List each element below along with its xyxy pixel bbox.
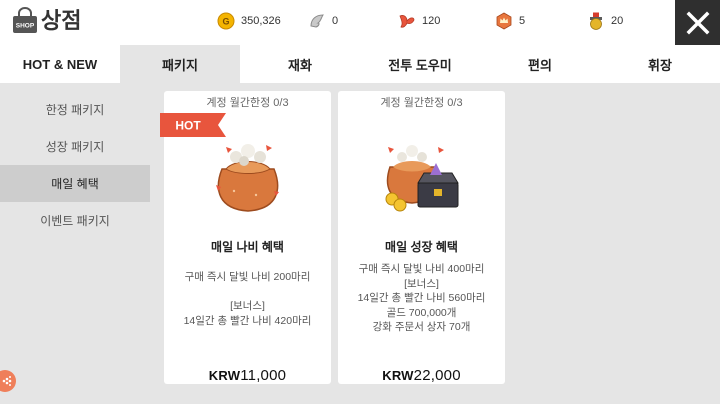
tab-hot-new[interactable]: HOT & NEW xyxy=(0,45,120,83)
package-price: KRW22,000 xyxy=(338,367,505,384)
gold-amount: 350,326 xyxy=(241,15,281,27)
butterfly-sack-icon xyxy=(216,144,279,212)
package-price: KRW11,000 xyxy=(164,367,331,384)
purchase-limit: 계정 월간한정 0/3 xyxy=(206,97,289,109)
content-area: 한정 패키지 성장 패키지 매일 혜택 이벤트 패키지 계정 월간한정 0/3 … xyxy=(0,83,720,404)
package-description: 구매 즉시 달빛 나비 400마리 [보너스] 14일간 총 빨간 나비 560… xyxy=(357,263,486,333)
silver-wing-icon xyxy=(310,14,324,28)
tab-currency[interactable]: 재화 xyxy=(240,45,360,83)
red-butterfly-icon xyxy=(399,15,415,28)
package-card-daily-growth[interactable]: 계정 월간한정 0/3 매일 성장 혜택 구매 즉시 달빛 나비 400마리 [… xyxy=(338,91,505,384)
tab-convenience[interactable]: 편의 xyxy=(480,45,600,83)
crown-token-amount: 5 xyxy=(519,15,526,27)
sidebar: 한정 패키지 성장 패키지 매일 혜택 이벤트 패키지 xyxy=(0,91,150,239)
page-title: 상점 xyxy=(41,8,82,33)
package-name: 매일 성장 혜택 xyxy=(385,240,458,254)
resource-silver-wing: 0 xyxy=(308,10,338,32)
price-currency: KRW xyxy=(208,368,241,383)
price-amount: 22,000 xyxy=(413,367,461,384)
resource-medal: 20 xyxy=(587,10,623,32)
tab-insignia[interactable]: 휘장 xyxy=(600,45,720,83)
price-amount: 11,000 xyxy=(240,367,287,384)
sidebar-item-growth-package[interactable]: 성장 패키지 xyxy=(0,128,150,165)
shop-icon-label: SHOP xyxy=(16,23,35,30)
close-button[interactable] xyxy=(675,0,720,45)
medal-amount: 20 xyxy=(611,15,624,27)
sidebar-item-daily-benefit[interactable]: 매일 혜택 xyxy=(0,165,150,202)
package-card-daily-butterfly[interactable]: 계정 월간한정 0/3 HOT 매일 나비 혜택 구매 즉시 달빛 나비 200… xyxy=(160,91,331,384)
top-bar: SHOP 상점 G 350,326 0 120 5 20 xyxy=(0,0,720,45)
sidebar-item-event-package[interactable]: 이벤트 패키지 xyxy=(0,202,150,239)
medal-icon xyxy=(590,12,602,30)
dotted-gear-icon xyxy=(2,376,12,386)
settings-gear-button[interactable] xyxy=(0,370,16,392)
silver-wing-amount: 0 xyxy=(332,15,339,27)
resource-red-butterfly: 120 xyxy=(398,10,440,32)
svg-text:G: G xyxy=(222,17,229,27)
crown-token-icon xyxy=(496,12,512,30)
tab-package[interactable]: 패키지 xyxy=(120,45,240,83)
purchase-limit: 계정 월간한정 0/3 xyxy=(380,97,463,109)
hot-badge-label: HOT xyxy=(175,119,201,133)
package-description: 구매 즉시 달빛 나비 200마리 [보너스] 14일간 총 빨간 나비 420… xyxy=(183,271,312,327)
tab-battle-helper[interactable]: 전투 도우미 xyxy=(360,45,480,83)
resource-gold: G 350,326 xyxy=(217,10,281,32)
close-icon xyxy=(686,11,709,34)
gold-coin-icon: G xyxy=(217,12,235,30)
growth-bundle-icon xyxy=(385,145,459,212)
price-currency: KRW xyxy=(382,368,414,383)
package-name: 매일 나비 혜택 xyxy=(211,240,284,254)
shop-bag-icon: SHOP xyxy=(13,7,37,33)
sidebar-item-limited-package[interactable]: 한정 패키지 xyxy=(0,91,150,128)
red-butterfly-amount: 120 xyxy=(422,15,441,27)
resource-crown-token: 5 xyxy=(495,10,525,32)
category-tabs: HOT & NEW 패키지 재화 전투 도우미 편의 휘장 xyxy=(0,45,720,83)
